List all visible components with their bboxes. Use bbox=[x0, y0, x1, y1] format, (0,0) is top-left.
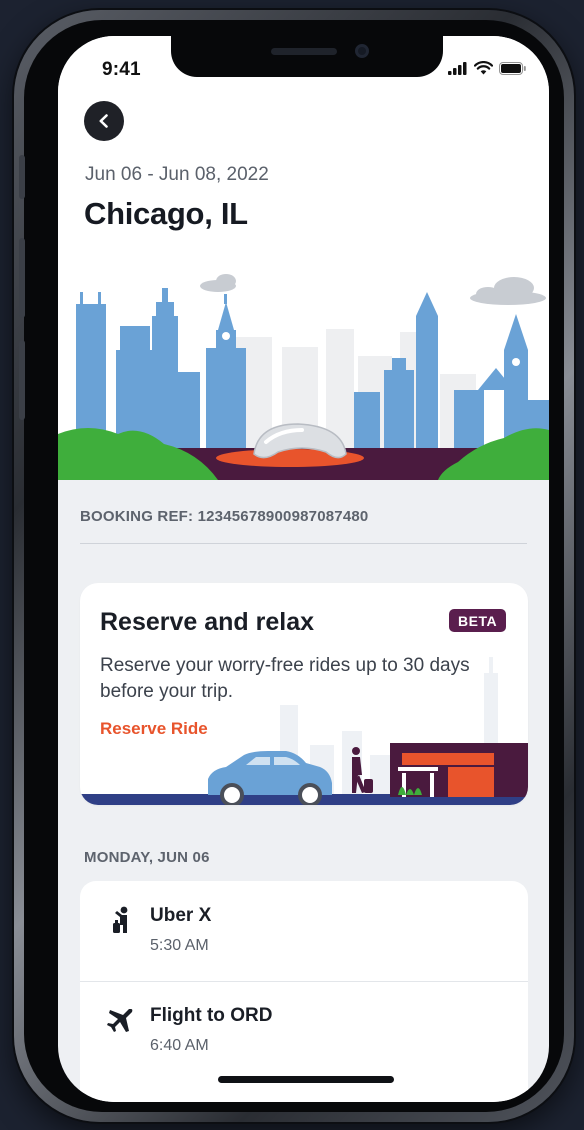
reserve-ride-link[interactable]: Reserve Ride bbox=[100, 719, 208, 739]
itinerary-list: Uber X 5:30 AM Flight to ORD 6:40 AM bbox=[80, 881, 528, 1102]
item-time: 5:30 AM bbox=[150, 937, 209, 954]
battery-icon bbox=[499, 61, 526, 75]
volume-up-button bbox=[19, 238, 25, 318]
list-item[interactable]: Uber X 5:30 AM bbox=[80, 881, 528, 982]
mute-switch bbox=[19, 155, 25, 199]
cloud-icon bbox=[200, 274, 546, 305]
card-description: Reserve your worry-free rides up to 30 d… bbox=[100, 655, 470, 702]
booking-reference: BOOKING REF: 12345678900987087480 bbox=[80, 508, 369, 525]
divider bbox=[80, 543, 527, 544]
status-time: 9:41 bbox=[102, 59, 141, 80]
traveler-figure bbox=[352, 747, 373, 793]
plane-icon bbox=[107, 1009, 133, 1032]
item-title: Uber X bbox=[150, 905, 212, 926]
rider-icon bbox=[113, 906, 128, 933]
item-time: 6:40 AM bbox=[150, 1037, 209, 1054]
status-icons bbox=[448, 61, 527, 75]
app-screen: 9:41 Jun 06 - Jun 08, 2022 Chicago, IL B… bbox=[58, 36, 549, 1102]
trip-city: Chicago, IL bbox=[84, 196, 248, 231]
home-indicator[interactable] bbox=[218, 1076, 394, 1083]
chevron-left-icon bbox=[99, 114, 108, 128]
volume-down-button bbox=[19, 340, 25, 420]
earpiece bbox=[271, 48, 337, 55]
wifi-icon bbox=[474, 61, 493, 75]
front-camera bbox=[355, 44, 369, 58]
item-title: Flight to ORD bbox=[150, 1005, 273, 1026]
beta-badge: BETA bbox=[449, 609, 507, 632]
chicago-skyline-illustration bbox=[58, 274, 549, 480]
trip-dates: Jun 06 - Jun 08, 2022 bbox=[85, 164, 269, 185]
device-notch bbox=[171, 36, 443, 77]
reserve-promo-card[interactable]: Reserve and relax BETA Reserve your worr… bbox=[80, 583, 528, 805]
list-item[interactable]: Flight to ORD 6:40 AM bbox=[80, 981, 528, 1081]
signal-icon bbox=[448, 61, 467, 75]
itinerary-day-label: MONDAY, JUN 06 bbox=[84, 849, 210, 866]
card-title: Reserve and relax bbox=[100, 608, 315, 636]
back-button[interactable] bbox=[84, 101, 124, 141]
